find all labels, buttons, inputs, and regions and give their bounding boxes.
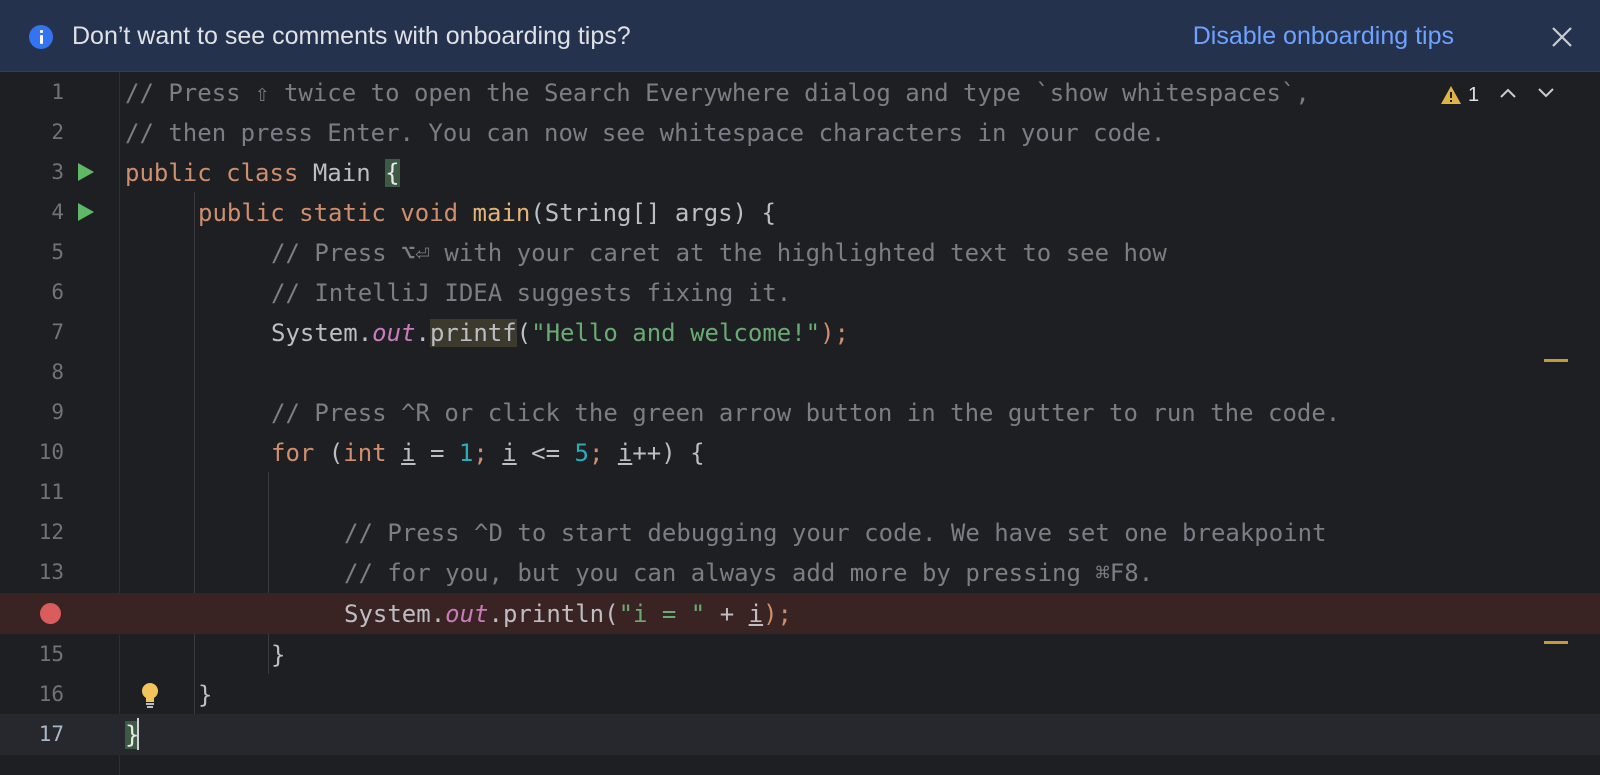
line-number[interactable]: 16	[0, 682, 64, 706]
breakpoint-icon[interactable]	[40, 603, 61, 624]
number-literal: 1	[458, 439, 474, 467]
code-text: <=	[516, 439, 575, 467]
line-number[interactable]: 7	[0, 320, 64, 344]
code-text: .println(	[488, 600, 619, 628]
code-line[interactable]: 7 System.out.printf("Hello and welcome!"…	[0, 312, 1600, 353]
code-comment: // for you, but you can always add more …	[344, 559, 1154, 587]
static-field: out	[445, 600, 489, 628]
line-number[interactable]: 11	[0, 480, 64, 504]
method-name: main	[472, 199, 531, 227]
code-comment: // Press ⌥⏎ with your caret at the highl…	[271, 239, 1167, 267]
warning-icon	[1441, 86, 1461, 104]
current-line[interactable]: 17 }	[0, 714, 1600, 755]
code-comment: // IntelliJ IDEA suggests fixing it.	[271, 279, 792, 307]
code-text: ++) {	[632, 439, 705, 467]
class-name: Main	[298, 159, 386, 187]
loop-variable: i	[401, 439, 416, 467]
line-number[interactable]: 1	[0, 80, 64, 104]
code-line[interactable]: 15 }	[0, 634, 1600, 675]
run-icon[interactable]	[78, 163, 94, 181]
method-signature: (String[] args) {	[530, 199, 776, 227]
code-line[interactable]: 2 // then press Enter. You can now see w…	[0, 112, 1600, 153]
close-icon[interactable]	[1550, 25, 1574, 49]
code-keyword: public class	[125, 159, 299, 187]
code-editor[interactable]: 1 // Press ⇧ twice to open the Search Ev…	[0, 72, 1600, 775]
code-line[interactable]: 10 for (int i = 1; i <= 5; i++) {	[0, 432, 1600, 473]
breakpoint-line[interactable]: System.out.println("i = " + i);	[0, 593, 1600, 634]
line-number[interactable]: 10	[0, 440, 64, 464]
lightbulb-icon[interactable]	[139, 682, 161, 708]
code-line[interactable]: 11	[0, 472, 1600, 513]
code-comment: // then press Enter. You can now see whi…	[125, 119, 1166, 147]
code-text: );	[820, 319, 850, 347]
code-text: );	[763, 600, 792, 628]
line-number[interactable]: 2	[0, 120, 64, 144]
code-line[interactable]: 6 // IntelliJ IDEA suggests fixing it.	[0, 272, 1600, 313]
line-number[interactable]: 17	[0, 722, 64, 746]
closing-brace: }	[198, 681, 213, 709]
code-keyword: public static void	[198, 199, 459, 227]
breakpoint-stripe-marker[interactable]	[1544, 641, 1568, 644]
code-line[interactable]: 5 // Press ⌥⏎ with your caret at the hig…	[0, 232, 1600, 273]
highlighted-method[interactable]: printf	[429, 319, 517, 347]
closing-brace: }	[271, 641, 286, 669]
code-text: System.	[344, 600, 446, 628]
string-literal: "i = "	[618, 600, 706, 628]
static-field: out	[372, 319, 416, 347]
line-number[interactable]: 6	[0, 280, 64, 304]
string-literal: "Hello and welcome!"	[531, 319, 821, 347]
code-text: .	[415, 319, 430, 347]
code-text: System.	[271, 319, 373, 347]
code-comment: // Press ^D to start debugging your code…	[344, 519, 1327, 547]
code-text: ;	[473, 439, 503, 467]
code-line[interactable]: 1 // Press ⇧ twice to open the Search Ev…	[0, 72, 1600, 113]
code-line[interactable]: 4 public static void main(String[] args)…	[0, 192, 1600, 233]
code-line[interactable]: 8	[0, 352, 1600, 393]
code-text: ;	[588, 439, 618, 467]
line-number[interactable]: 12	[0, 520, 64, 544]
code-line[interactable]: 16 }	[0, 674, 1600, 715]
line-number[interactable]: 13	[0, 560, 64, 584]
code-keyword: int	[343, 439, 387, 467]
line-number[interactable]: 15	[0, 642, 64, 666]
text-caret	[137, 718, 139, 750]
code-line[interactable]: 9 // Press ^R or click the green arrow b…	[0, 392, 1600, 433]
code-text: +	[705, 600, 749, 628]
loop-variable: i	[502, 439, 517, 467]
run-icon[interactable]	[78, 203, 94, 221]
line-number[interactable]: 8	[0, 360, 64, 384]
warning-stripe-marker[interactable]	[1544, 359, 1568, 362]
disable-onboarding-tips-link[interactable]: Disable onboarding tips	[1193, 22, 1454, 51]
code-text: (	[314, 439, 344, 467]
chevron-down-icon[interactable]	[1537, 86, 1555, 100]
banner-message: Don’t want to see comments with onboardi…	[72, 22, 631, 50]
code-keyword: for	[271, 439, 315, 467]
onboarding-tips-banner: Don’t want to see comments with onboardi…	[0, 0, 1600, 72]
code-text: (	[516, 319, 532, 347]
warning-count: 1	[1468, 84, 1480, 106]
code-comment: // Press ⇧ twice to open the Search Ever…	[125, 79, 1310, 107]
code-text: =	[415, 439, 459, 467]
chevron-up-icon[interactable]	[1499, 86, 1517, 100]
code-line[interactable]: 12 // Press ^D to start debugging your c…	[0, 512, 1600, 553]
line-number[interactable]: 9	[0, 400, 64, 424]
line-number[interactable]: 4	[0, 200, 64, 224]
number-literal: 5	[574, 439, 589, 467]
loop-variable: i	[617, 439, 633, 467]
info-icon	[29, 25, 53, 49]
matched-brace: {	[385, 159, 400, 187]
code-line[interactable]: 13 // for you, but you can always add mo…	[0, 552, 1600, 593]
loop-variable: i	[748, 600, 764, 628]
line-number[interactable]: 5	[0, 240, 64, 264]
line-number[interactable]: 3	[0, 160, 64, 184]
code-line[interactable]: 3 public class Main {	[0, 152, 1600, 193]
code-comment: // Press ^R or click the green arrow but…	[271, 399, 1341, 427]
